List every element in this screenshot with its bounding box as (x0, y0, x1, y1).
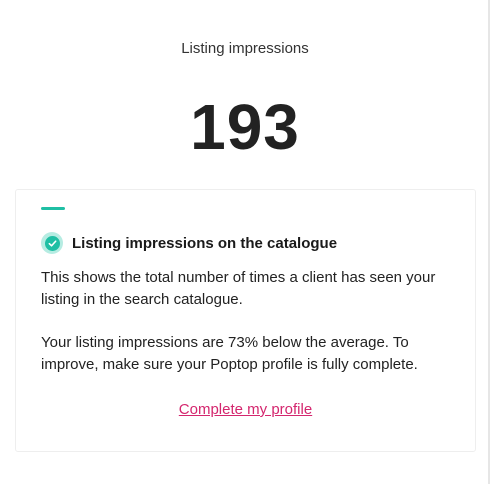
complete-profile-link[interactable]: Complete my profile (16, 401, 475, 418)
metric-value: 193 (190, 91, 300, 163)
check-circle-icon (41, 232, 63, 254)
info-card: Listing impressions on the catalogue Thi… (15, 189, 476, 452)
accent-bar (41, 207, 65, 210)
metric-label: Listing impressions (181, 40, 309, 57)
card-title: Listing impressions on the catalogue (72, 234, 338, 252)
listing-impressions-panel: Listing impressions 193 Listing impressi… (0, 0, 490, 484)
card-description: This shows the total number of times a c… (41, 269, 436, 308)
card-insight: Your listing impressions are 73% below t… (41, 334, 418, 373)
card-heading: Listing impressions on the catalogue (41, 232, 337, 254)
